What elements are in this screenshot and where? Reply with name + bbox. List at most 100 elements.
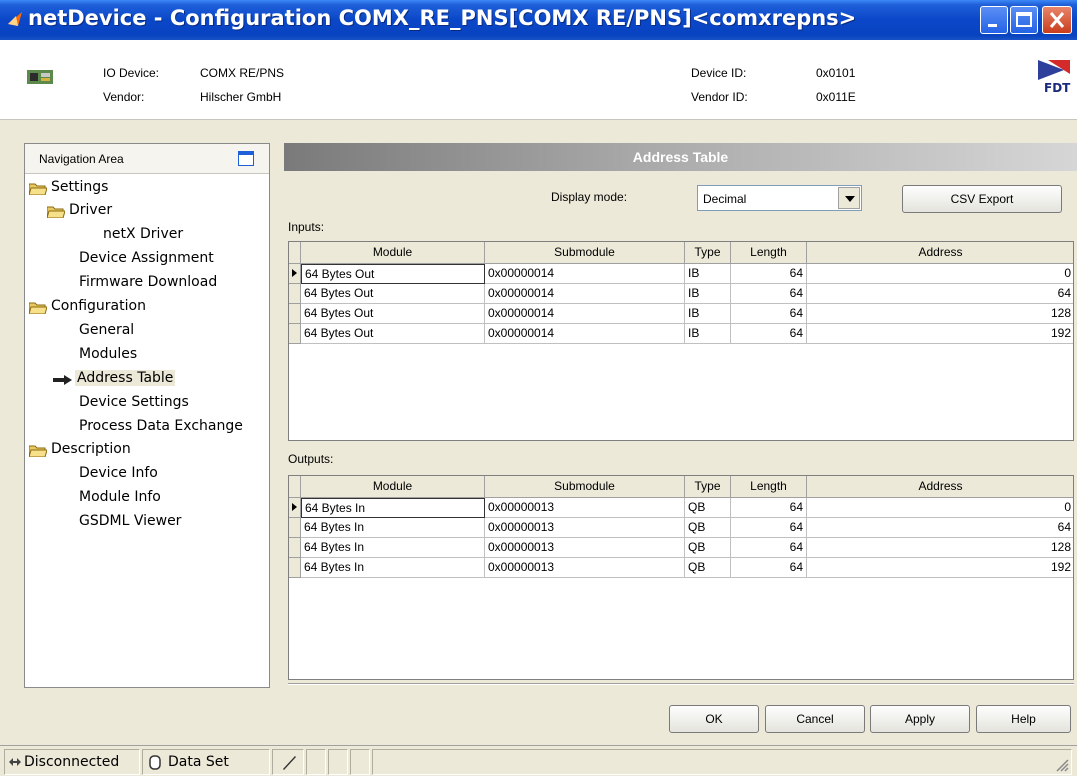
minimize-icon <box>988 24 997 27</box>
minimize-button[interactable] <box>980 6 1008 34</box>
display-mode-select[interactable]: Decimal <box>697 185 862 211</box>
title-bar[interactable]: netDevice - Configuration COMX_RE_PNS[CO… <box>0 0 1077 40</box>
row-selector[interactable] <box>289 538 301 558</box>
outputs-table[interactable]: Module Submodule Type Length Address 64 Bytes… <box>288 475 1074 680</box>
inputs-table[interactable]: Module Submodule Type Length Address 64 Bytes… <box>288 241 1074 441</box>
cell-submodule[interactable]: 0x00000013 <box>485 518 685 538</box>
cell-length[interactable]: 64 <box>731 538 807 558</box>
cell-module[interactable]: 64 Bytes In <box>301 538 485 558</box>
cell-module[interactable]: 64 Bytes Out <box>301 324 485 344</box>
tree-item-device-info[interactable]: Device Info <box>79 465 158 481</box>
tree-item-device-settings[interactable]: Device Settings <box>79 394 189 410</box>
cell-submodule[interactable]: 0x00000014 <box>485 284 685 304</box>
tree-item-modules[interactable]: Modules <box>79 346 137 362</box>
cell-module[interactable]: 64 Bytes In <box>301 558 485 578</box>
cell-type[interactable]: QB <box>685 498 731 518</box>
cell-length[interactable]: 64 <box>731 498 807 518</box>
cell-length[interactable]: 64 <box>731 558 807 578</box>
cell-submodule[interactable]: 0x00000014 <box>485 264 685 284</box>
tree-item-configuration[interactable]: Configuration <box>29 298 146 314</box>
cell-type[interactable]: IB <box>685 264 731 284</box>
resize-grip-icon[interactable] <box>1055 758 1069 772</box>
apply-button[interactable]: Apply <box>870 705 970 733</box>
column-header-length[interactable]: Length <box>731 242 807 264</box>
column-header-length[interactable]: Length <box>731 476 807 498</box>
cell-module[interactable]: 64 Bytes Out <box>301 304 485 324</box>
tree-item-label: Address Table <box>75 370 176 386</box>
cell-type[interactable]: QB <box>685 558 731 578</box>
cell-address[interactable]: 192 <box>807 558 1073 578</box>
cell-type[interactable]: QB <box>685 518 731 538</box>
column-header-module[interactable]: Module <box>301 242 485 264</box>
cell-address[interactable]: 0 <box>807 498 1073 518</box>
row-selector[interactable] <box>289 498 301 518</box>
tree-item-device-assignment[interactable]: Device Assignment <box>79 250 214 266</box>
cell-submodule[interactable]: 0x00000013 <box>485 558 685 578</box>
cell-length[interactable]: 64 <box>731 284 807 304</box>
row-selector[interactable] <box>289 284 301 304</box>
row-selector[interactable] <box>289 518 301 538</box>
column-header-type[interactable]: Type <box>685 242 731 264</box>
cell-submodule[interactable]: 0x00000013 <box>485 538 685 558</box>
tree-item-description[interactable]: Description <box>29 441 131 457</box>
column-header-submodule[interactable]: Submodule <box>485 476 685 498</box>
grid-corner[interactable] <box>289 242 301 264</box>
column-header-address[interactable]: Address <box>807 242 1073 264</box>
tree-item-label: Module Info <box>79 489 161 505</box>
tree-item-module-info[interactable]: Module Info <box>79 489 161 505</box>
cell-type[interactable]: IB <box>685 284 731 304</box>
dataset-status-text: Data Set <box>168 754 229 770</box>
column-header-module[interactable]: Module <box>301 476 485 498</box>
cell-address[interactable]: 192 <box>807 324 1073 344</box>
status-pane <box>328 749 348 775</box>
tree-item-general[interactable]: General <box>79 322 134 338</box>
cell-address[interactable]: 128 <box>807 538 1073 558</box>
cell-module[interactable]: 64 Bytes In <box>301 518 485 538</box>
panel-header: Address Table <box>284 143 1077 171</box>
column-header-address[interactable]: Address <box>807 476 1073 498</box>
cell-submodule[interactable]: 0x00000014 <box>485 324 685 344</box>
ok-button[interactable]: OK <box>669 705 759 733</box>
tree-item-driver[interactable]: Driver <box>47 202 112 218</box>
chevron-down-icon[interactable] <box>838 187 860 209</box>
cell-type[interactable]: IB <box>685 324 731 344</box>
cell-submodule[interactable]: 0x00000013 <box>485 498 685 518</box>
cell-module[interactable]: 64 Bytes In <box>301 498 485 518</box>
tree-item-settings[interactable]: Settings <box>29 179 108 195</box>
cell-submodule[interactable]: 0x00000014 <box>485 304 685 324</box>
tree-item-gsdml-viewer[interactable]: GSDML Viewer <box>79 513 181 529</box>
tree-item-firmware-download[interactable]: Firmware Download <box>79 274 217 290</box>
maximize-button[interactable] <box>1010 6 1038 34</box>
row-selector[interactable] <box>289 304 301 324</box>
row-selector[interactable] <box>289 264 301 284</box>
grid-corner[interactable] <box>289 476 301 498</box>
cell-module[interactable]: 64 Bytes Out <box>301 264 485 284</box>
cell-length[interactable]: 64 <box>731 264 807 284</box>
cell-length[interactable]: 64 <box>731 304 807 324</box>
cell-type[interactable]: QB <box>685 538 731 558</box>
folder-open-icon <box>47 206 65 218</box>
cell-length[interactable]: 64 <box>731 518 807 538</box>
cancel-button[interactable]: Cancel <box>765 705 865 733</box>
tree-item-label: GSDML Viewer <box>79 513 182 529</box>
column-header-submodule[interactable]: Submodule <box>485 242 685 264</box>
cell-address[interactable]: 64 <box>807 518 1073 538</box>
tree-item-address-table[interactable]: Address Table <box>53 370 176 386</box>
cell-address[interactable]: 0 <box>807 264 1073 284</box>
close-button[interactable] <box>1042 6 1072 34</box>
cell-module[interactable]: 64 Bytes Out <box>301 284 485 304</box>
cell-length[interactable]: 64 <box>731 324 807 344</box>
help-button[interactable]: Help <box>976 705 1071 733</box>
tree-item-label: Process Data Exchange <box>79 418 243 434</box>
tree-item-netx-driver[interactable]: netX Driver <box>103 226 183 242</box>
column-header-type[interactable]: Type <box>685 476 731 498</box>
cell-type[interactable]: IB <box>685 304 731 324</box>
csv-export-button[interactable]: CSV Export <box>902 185 1062 213</box>
cell-address[interactable]: 128 <box>807 304 1073 324</box>
io-device-value: COMX RE/PNS <box>200 66 285 80</box>
window-toggle-icon[interactable] <box>238 151 254 166</box>
row-selector[interactable] <box>289 558 301 578</box>
cell-address[interactable]: 64 <box>807 284 1073 304</box>
tree-item-process-data-exchange[interactable]: Process Data Exchange <box>79 418 243 434</box>
row-selector[interactable] <box>289 324 301 344</box>
